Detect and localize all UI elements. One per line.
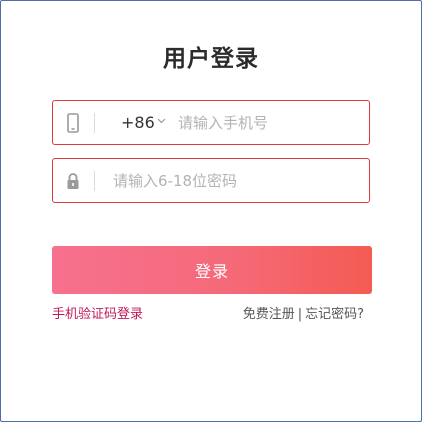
- login-button[interactable]: 登录: [52, 246, 372, 294]
- password-field[interactable]: [52, 158, 370, 203]
- field-divider: [94, 113, 95, 133]
- country-code-label: +86: [121, 113, 155, 132]
- lock-icon: [67, 173, 79, 189]
- country-code-select[interactable]: +86: [121, 101, 166, 144]
- link-separator: |: [297, 307, 303, 322]
- forgot-password-link[interactable]: 忘记密码?: [305, 307, 364, 322]
- password-input[interactable]: [113, 159, 363, 202]
- phone-icon: [67, 113, 79, 133]
- page-title: 用户登录: [163, 46, 259, 72]
- chevron-down-icon: [157, 118, 166, 124]
- field-divider: [94, 171, 95, 191]
- register-link[interactable]: 免费注册: [243, 307, 295, 322]
- sms-login-link[interactable]: 手机验证码登录: [52, 303, 143, 322]
- phone-field[interactable]: +86: [52, 100, 370, 145]
- login-panel: 用户登录 +86 登录 手机验证码登录 免费注册|忘记密码?: [0, 0, 422, 422]
- account-links: 免费注册 | 忘记密码?: [243, 303, 364, 322]
- phone-input[interactable]: [178, 101, 363, 144]
